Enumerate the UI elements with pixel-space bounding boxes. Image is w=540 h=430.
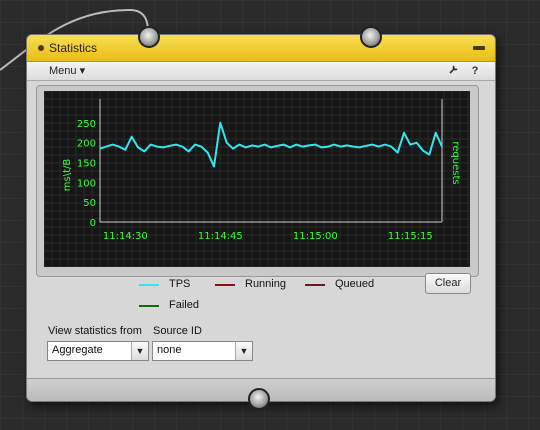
source-id-value: none <box>157 344 182 356</box>
menu-label: Menu <box>49 65 77 77</box>
menu-button[interactable]: Menu ▾ <box>49 64 85 77</box>
legend-swatch-queued <box>305 284 325 286</box>
y-tick-label: 100 <box>77 178 96 189</box>
y-tick-label: 150 <box>77 159 96 170</box>
x-tick-label: 11:14:30 <box>103 231 148 242</box>
chevron-down-icon[interactable]: ▼ <box>131 342 148 360</box>
input-connector-left[interactable] <box>138 26 160 48</box>
minimize-button[interactable] <box>473 46 485 50</box>
chart-area: ms\t/B requests 0 50 100 150 200 250 11:14:30… <box>43 90 470 268</box>
legend-failed: Failed <box>169 299 199 311</box>
statistics-panel: Statistics Menu ▾ ? ms\t/B requests 0 50 1… <box>26 34 496 402</box>
legend-swatch-failed <box>139 305 159 307</box>
help-button[interactable]: ? <box>468 64 482 78</box>
wrench-icon[interactable] <box>446 64 460 78</box>
title-bar[interactable]: Statistics <box>27 35 495 62</box>
y-axis-label-left: ms\t/B <box>62 159 73 192</box>
view-statistics-select[interactable]: Aggregate ▼ <box>47 341 149 361</box>
series-line-tps <box>99 121 443 168</box>
legend-tps: TPS <box>169 278 191 290</box>
clear-button[interactable]: Clear <box>425 273 471 294</box>
view-statistics-label: View statistics from <box>48 325 142 337</box>
chevron-down-icon[interactable]: ▼ <box>235 342 252 360</box>
toolbar: Menu ▾ ? <box>27 62 495 81</box>
legend-running: Running <box>245 278 286 290</box>
x-tick-label: 11:15:15 <box>388 231 433 242</box>
source-id-select[interactable]: none ▼ <box>152 341 253 361</box>
legend-swatch-tps <box>139 284 159 286</box>
output-connector[interactable] <box>248 388 270 410</box>
y-axis-label-right: requests <box>450 141 461 184</box>
legend-swatch-running <box>215 284 235 286</box>
legend-queued: Queued <box>335 278 375 290</box>
input-connector-right[interactable] <box>360 26 382 48</box>
y-tick-label: 50 <box>83 198 96 209</box>
chevron-down-icon: ▾ <box>79 65 86 77</box>
source-id-label: Source ID <box>153 325 202 337</box>
x-tick-label: 11:15:00 <box>293 231 338 242</box>
y-tick-label: 0 <box>90 218 96 229</box>
title-dot-icon <box>38 45 44 51</box>
y-tick-label: 250 <box>77 119 96 130</box>
statistics-chart: ms\t/B requests 0 50 100 150 200 250 11:14:30… <box>43 90 470 268</box>
chart-container: ms\t/B requests 0 50 100 150 200 250 11:14:30… <box>36 85 479 277</box>
view-statistics-value: Aggregate <box>52 344 103 356</box>
x-tick-label: 11:14:45 <box>198 231 243 242</box>
y-tick-label: 200 <box>77 139 96 150</box>
window-title: Statistics <box>49 41 98 55</box>
